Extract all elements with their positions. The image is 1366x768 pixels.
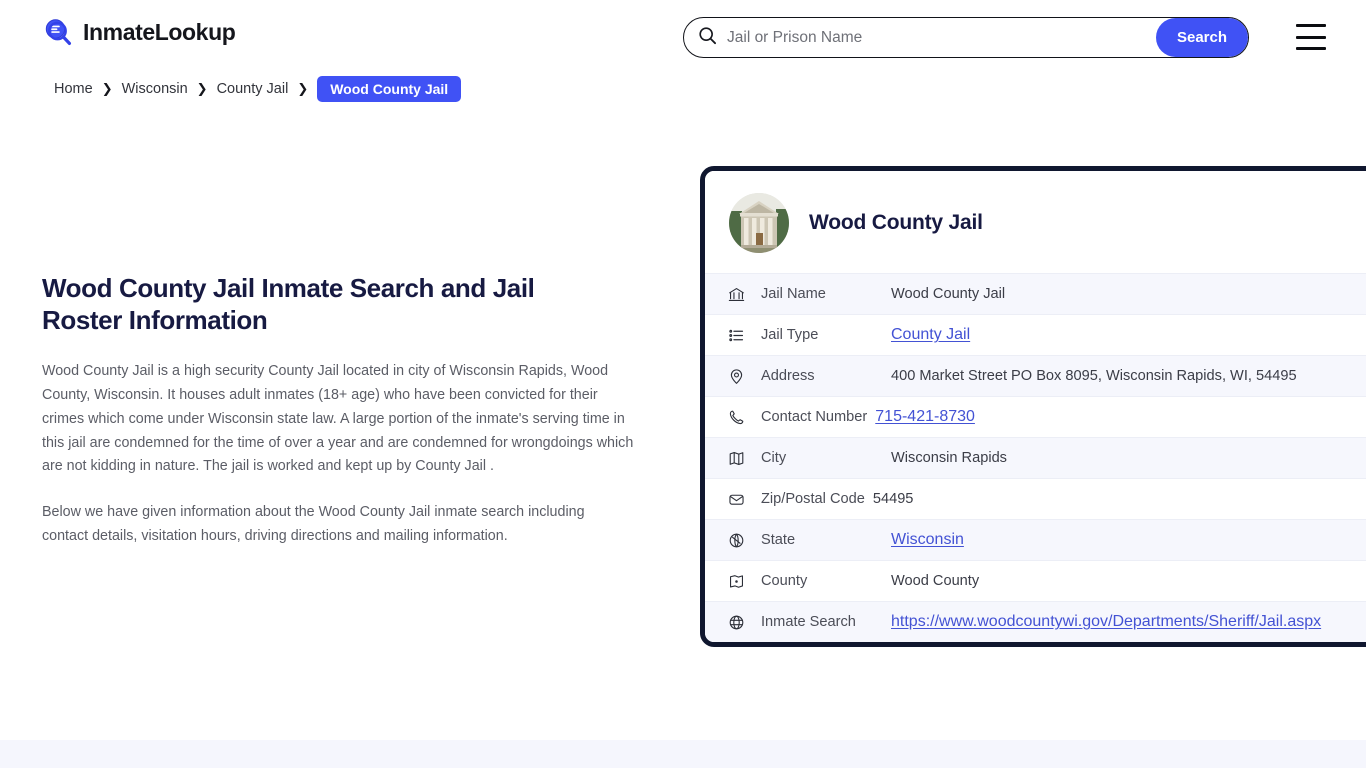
row-value: Wood County Jail [891, 286, 1006, 302]
row-label: State [761, 532, 796, 548]
chevron-right-icon: ❯ [101, 81, 113, 96]
bank-building-icon [725, 283, 747, 305]
row-label: City [761, 450, 787, 466]
row-value: Wisconsin Rapids [891, 450, 1007, 466]
map-icon [725, 447, 747, 469]
row-value: 400 Market Street PO Box 8095, Wisconsin… [891, 368, 1297, 384]
courthouse-building-photo-icon [729, 193, 789, 253]
row-value: Wood County [891, 573, 980, 589]
map-pin-icon [725, 365, 747, 387]
row-value-link[interactable]: 715-421-8730 [875, 408, 975, 425]
intro-paragraph-2: Below we have given information about th… [42, 504, 585, 544]
chevron-right-icon: ❯ [297, 81, 309, 96]
envelope-icon [725, 488, 747, 510]
row-value-link[interactable]: https://www.woodcountywi.gov/Departments… [891, 613, 1321, 630]
page-bottom-section [0, 740, 1366, 768]
breadcrumb-item-county-jail[interactable]: County Jail [217, 81, 289, 97]
search-button[interactable]: Search [1156, 18, 1248, 57]
row-value: 54495 [872, 491, 914, 507]
breadcrumb-item-current: Wood County Jail [317, 76, 462, 102]
jail-info-card: Wood County Jail Jail Name Wood County J… [700, 166, 1366, 647]
chevron-right-icon: ❯ [196, 81, 208, 96]
breadcrumb-item-home[interactable]: Home [54, 81, 93, 97]
county-region-icon [725, 570, 747, 592]
row-label: Jail Type [761, 327, 819, 343]
row-label: Contact Number [761, 409, 868, 425]
hamburger-menu-icon[interactable] [1296, 24, 1330, 50]
table-row-jail-type: Jail Type County Jail [705, 314, 1366, 355]
menu-bar-1 [1296, 24, 1326, 27]
table-row-address: Address 400 Market Street PO Box 8095, W… [705, 355, 1366, 396]
row-label: Zip/Postal Code [761, 491, 865, 507]
row-label: County [761, 573, 808, 589]
table-row-jail-name: Jail Name Wood County Jail [705, 273, 1366, 314]
table-row-city: City Wisconsin Rapids [705, 437, 1366, 478]
search-icon [698, 26, 717, 50]
table-row-zip-postal-code: Zip/Postal Code 54495 [705, 478, 1366, 519]
jail-details-table: Jail Name Wood County Jail Jail Type Cou… [705, 273, 1366, 642]
row-label: Address [761, 368, 815, 384]
row-value-link[interactable]: Wisconsin [891, 531, 964, 548]
row-label: Inmate Search [761, 614, 856, 630]
row-label: Jail Name [761, 286, 826, 302]
table-row-contact-number: Contact Number 715-421-8730 [705, 396, 1366, 437]
intro-paragraph-1: Wood County Jail is a high security Coun… [42, 363, 634, 475]
jail-info-card-title: Wood County Jail [809, 211, 983, 234]
brand-name: InmateLookup [83, 18, 236, 45]
menu-bar-3 [1296, 47, 1326, 50]
page-title: Wood County Jail Inmate Search and Jail … [42, 273, 535, 336]
brand-logo-link[interactable]: InmateLookup [42, 16, 236, 48]
search-bar[interactable]: Search [683, 17, 1249, 58]
site-header: InmateLookup Search [0, 0, 1366, 72]
list-icon [725, 324, 747, 346]
jail-info-card-header: Wood County Jail [705, 171, 1366, 273]
breadcrumb: Home ❯ Wisconsin ❯ County Jail ❯ Wood Co… [54, 76, 462, 102]
table-row-county: County Wood County [705, 560, 1366, 601]
row-value-link[interactable]: County Jail [891, 326, 970, 343]
table-row-inmate-search: Inmate Search https://www.woodcountywi.g… [705, 601, 1366, 642]
globe-grid-icon [725, 611, 747, 633]
search-input[interactable] [717, 18, 1156, 57]
globe-icon [725, 529, 747, 551]
menu-bar-2 [1296, 35, 1326, 39]
table-row-state: State Wisconsin [705, 519, 1366, 560]
breadcrumb-item-wisconsin[interactable]: Wisconsin [122, 81, 188, 97]
phone-icon [725, 406, 747, 428]
page-intro-section: Wood County Jail Inmate Search and Jail … [42, 272, 642, 549]
inmate-lookup-search-logo-icon [42, 16, 74, 48]
